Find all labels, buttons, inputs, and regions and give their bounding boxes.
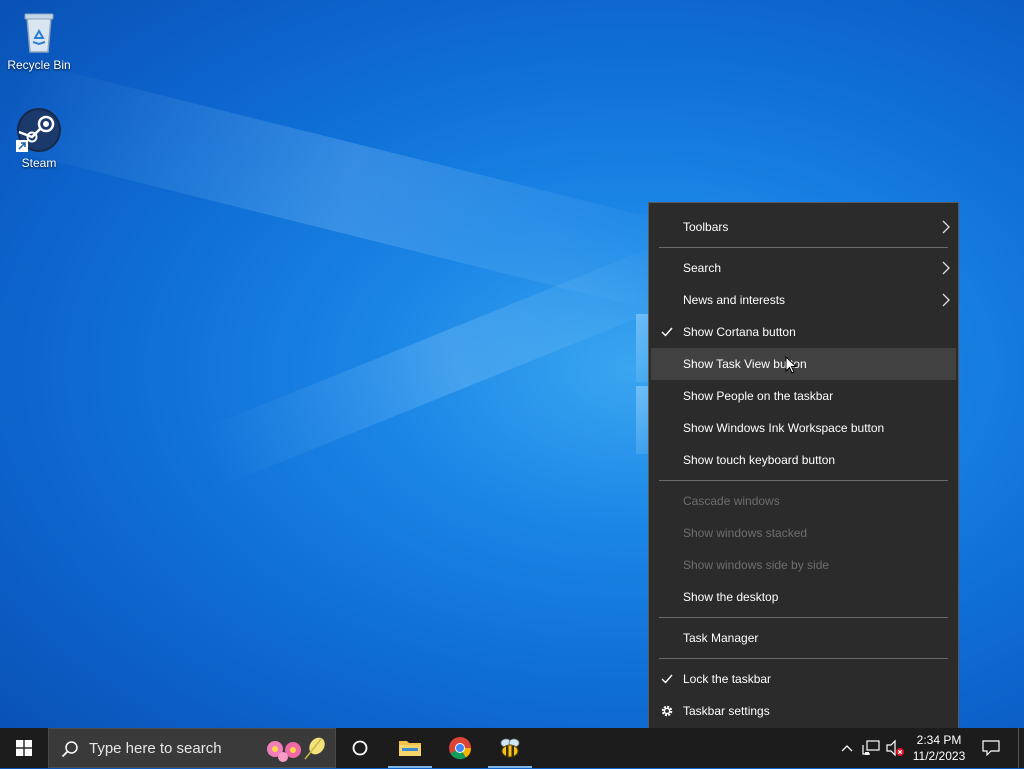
menu-item-label: Show windows stacked <box>683 526 808 540</box>
search-placeholder: Type here to search <box>89 740 222 757</box>
menu-separator <box>659 247 948 248</box>
menu-item-label: Search <box>683 261 722 275</box>
menu-item-lock-the-taskbar[interactable]: Lock the taskbar <box>651 663 956 695</box>
cortana-button[interactable] <box>336 728 384 768</box>
clock-date: 11/2/2023 <box>912 749 966 763</box>
desktop-icon-recycle-bin[interactable]: Recycle Bin <box>3 8 75 72</box>
menu-item-label: Cascade windows <box>683 494 780 508</box>
windows-logo-icon <box>16 740 32 756</box>
menu-separator <box>659 617 948 618</box>
desktop-icon-steam[interactable]: Steam <box>3 106 75 170</box>
network-icon <box>862 740 880 755</box>
chevron-up-icon <box>841 745 853 752</box>
notification-icon <box>982 740 1000 756</box>
gear-icon <box>659 695 675 727</box>
show-desktop-strip[interactable] <box>1018 728 1024 768</box>
action-center-button[interactable] <box>976 728 1006 768</box>
taskbar-context-menu: Toolbars Search News and interests Show … <box>648 202 959 733</box>
light-beam <box>200 235 705 486</box>
menu-item-label: Task Manager <box>683 631 759 645</box>
clock-time: 2:34 PM <box>916 733 962 747</box>
start-button[interactable] <box>0 728 48 768</box>
menu-item-label: Show the desktop <box>683 590 779 604</box>
search-icon <box>61 741 78 758</box>
clock-button[interactable]: 2:34 PM 11/2/2023 <box>908 728 970 768</box>
taskbar[interactable]: Type here to search 2:34 PM 11/2/2023 <box>0 728 1024 768</box>
volume-muted-icon <box>886 739 904 757</box>
menu-separator <box>659 480 948 481</box>
menu-item-label: Lock the taskbar <box>683 672 772 686</box>
menu-item-show-ink-workspace[interactable]: Show Windows Ink Workspace button <box>651 412 956 444</box>
menu-item-show-task-view-button[interactable]: Show Task View button <box>651 348 956 380</box>
volume-button[interactable] <box>884 728 906 768</box>
menu-item-show-people[interactable]: Show People on the taskbar <box>651 380 956 412</box>
taskbar-app-chrome[interactable] <box>436 728 484 768</box>
menu-item-search[interactable]: Search <box>651 252 956 284</box>
chrome-icon <box>449 737 472 760</box>
checkmark-icon <box>659 663 675 695</box>
bee-app-icon <box>500 738 520 758</box>
menu-item-label: Show windows side by side <box>683 558 830 572</box>
desktop-icon-label: Recycle Bin <box>7 58 71 72</box>
menu-item-label: Show People on the taskbar <box>683 389 834 403</box>
menu-item-label: Show Cortana button <box>683 325 796 339</box>
chevron-right-icon <box>942 211 950 243</box>
menu-item-label: Show Windows Ink Workspace button <box>683 421 885 435</box>
menu-item-label: News and interests <box>683 293 786 307</box>
desktop-icon-label: Steam <box>21 156 57 170</box>
search-highlight-flowers-icon <box>267 737 325 762</box>
taskbar-app-file-explorer[interactable] <box>386 728 434 768</box>
menu-item-windows-stacked: Show windows stacked <box>651 517 956 549</box>
network-button[interactable] <box>860 728 882 768</box>
menu-separator <box>659 658 948 659</box>
menu-item-task-manager[interactable]: Task Manager <box>651 622 956 654</box>
chevron-right-icon <box>942 252 950 284</box>
cortana-circle-icon <box>352 740 368 756</box>
menu-item-label: Toolbars <box>683 220 729 234</box>
menu-item-show-the-desktop[interactable]: Show the desktop <box>651 581 956 613</box>
checkmark-icon <box>659 316 675 348</box>
menu-item-toolbars[interactable]: Toolbars <box>651 211 956 243</box>
menu-item-show-cortana-button[interactable]: Show Cortana button <box>651 316 956 348</box>
menu-item-taskbar-settings[interactable]: Taskbar settings <box>651 695 956 727</box>
show-hidden-icons-button[interactable] <box>838 728 856 768</box>
chevron-right-icon <box>942 284 950 316</box>
menu-item-label: Taskbar settings <box>683 704 770 718</box>
taskbar-app-bee[interactable] <box>486 728 534 768</box>
menu-item-windows-side-by-side: Show windows side by side <box>651 549 956 581</box>
mouse-cursor-icon <box>785 356 797 374</box>
menu-item-cascade-windows: Cascade windows <box>651 485 956 517</box>
taskbar-search-box[interactable]: Type here to search <box>48 728 336 768</box>
menu-item-news-and-interests[interactable]: News and interests <box>651 284 956 316</box>
steam-icon <box>16 108 61 152</box>
menu-item-show-touch-keyboard[interactable]: Show touch keyboard button <box>651 444 956 476</box>
recycle-bin-icon <box>24 13 54 53</box>
file-explorer-icon <box>399 741 421 756</box>
menu-item-label: Show touch keyboard button <box>683 453 836 467</box>
